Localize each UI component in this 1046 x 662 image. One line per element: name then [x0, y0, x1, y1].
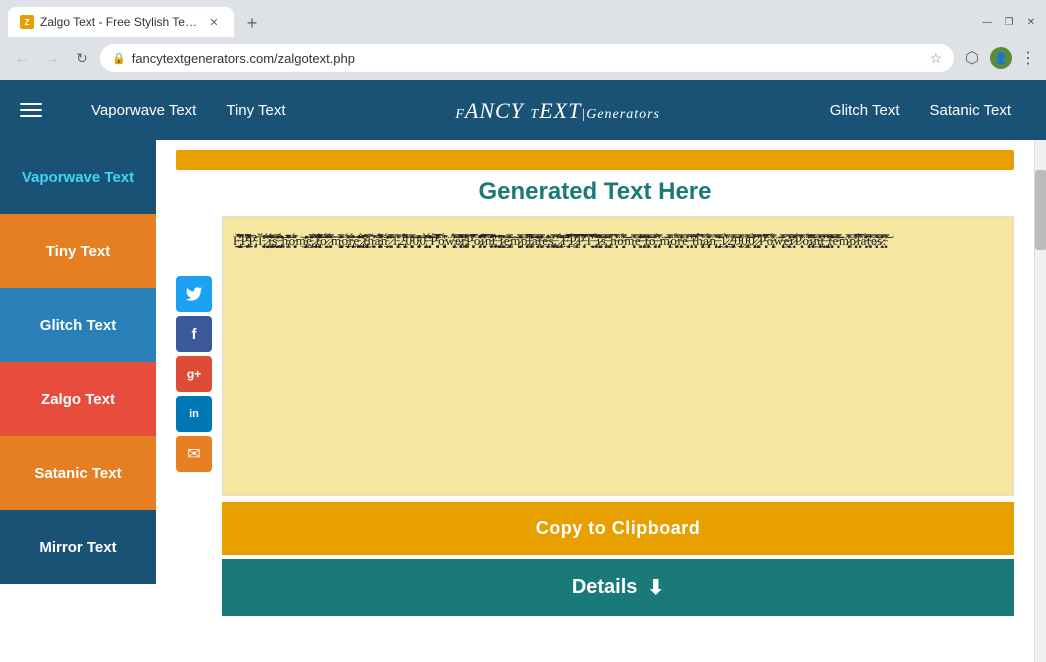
content-area: Generated Text Here f g+ in: [156, 140, 1034, 662]
email-icon: ✉: [187, 444, 200, 464]
sidebar-item-zalgo[interactable]: Zalgo Text: [0, 362, 156, 436]
right-scrollbar[interactable]: [1034, 140, 1046, 662]
nav-link-tiny[interactable]: Tiny Text: [211, 102, 300, 119]
scrollbar-thumb[interactable]: [1035, 170, 1046, 250]
profile-icon[interactable]: 👤: [990, 47, 1012, 69]
new-tab-button[interactable]: +: [238, 9, 266, 37]
main-content: Vaporwave Text Tiny Text Glitch Text Zal…: [0, 140, 1046, 662]
active-tab[interactable]: Z Zalgo Text - Free Stylish Text Gen... …: [8, 7, 234, 37]
extensions-icon[interactable]: ⬡: [960, 46, 984, 70]
nav-link-satanic[interactable]: Satanic Text: [915, 102, 1026, 119]
sidebar: Vaporwave Text Tiny Text Glitch Text Zal…: [0, 140, 156, 662]
sidebar-item-satanic[interactable]: Satanic Text: [0, 436, 156, 510]
content-with-social: f g+ in ✉ F̵̡͎͙̬̩̖͚̰̰: [176, 216, 1014, 616]
linkedin-icon: in: [189, 408, 199, 420]
sidebar-item-mirror[interactable]: Mirror Text: [0, 510, 156, 584]
nav-link-vaporwave[interactable]: Vaporwave Text: [76, 102, 211, 119]
logo-fancy: FANCY TEXT: [455, 107, 581, 122]
gplus-share-button[interactable]: g+: [176, 356, 212, 392]
tab-favicon: Z: [20, 15, 34, 29]
email-share-button[interactable]: ✉: [176, 436, 212, 472]
generated-title: Generated Text Here: [176, 178, 1014, 206]
browser-menu-button[interactable]: ⋮: [1020, 48, 1036, 68]
site-logo[interactable]: FANCY TEXT|Generators: [301, 95, 815, 125]
details-button[interactable]: Details ⬇: [222, 559, 1014, 616]
tab-bar: Z Zalgo Text - Free Stylish Text Gen... …: [8, 7, 972, 37]
facebook-icon: f: [192, 326, 197, 343]
tab-close-button[interactable]: ✕: [206, 14, 222, 30]
window-controls: — ❐ ✕: [980, 15, 1038, 29]
linkedin-share-button[interactable]: in: [176, 396, 212, 432]
lock-icon: 🔒: [112, 52, 126, 65]
details-label: Details: [572, 576, 638, 599]
hamburger-menu-button[interactable]: [20, 92, 56, 128]
hamburger-line: [20, 103, 42, 105]
hamburger-line: [20, 109, 42, 111]
top-orange-bar: [176, 150, 1014, 170]
forward-button[interactable]: →: [40, 46, 64, 70]
back-button[interactable]: ←: [10, 46, 34, 70]
maximize-button[interactable]: ❐: [1002, 15, 1016, 29]
site-nav: Vaporwave Text Tiny Text FANCY TEXT|Gene…: [0, 80, 1046, 140]
tab-title: Zalgo Text - Free Stylish Text Gen...: [40, 15, 200, 29]
gplus-icon: g+: [187, 367, 201, 381]
hamburger-line: [20, 115, 42, 117]
social-buttons-column: f g+ in ✉: [176, 276, 212, 472]
browser-titlebar: Z Zalgo Text - Free Stylish Text Gen... …: [0, 0, 1046, 38]
address-bar[interactable]: 🔒 fancytextgenerators.com/zalgotext.php …: [100, 44, 954, 72]
nav-link-glitch[interactable]: Glitch Text: [815, 102, 915, 119]
close-window-button[interactable]: ✕: [1024, 15, 1038, 29]
generated-output-text: F̵̡͎͙̬̩̖͚̰̰̒̿̌̓̿̚͜P̴̢̛͍͎͕͖̪̞̈̐͐̉̓̿̚P̴̡̡̡…: [233, 233, 887, 248]
site-wrapper: Vaporwave Text Tiny Text FANCY TEXT|Gene…: [0, 80, 1046, 662]
copy-to-clipboard-button[interactable]: Copy to Clipboard: [222, 502, 1014, 555]
browser-chrome: Z Zalgo Text - Free Stylish Text Gen... …: [0, 0, 1046, 80]
refresh-button[interactable]: ↻: [70, 46, 94, 70]
sidebar-item-tiny[interactable]: Tiny Text: [0, 214, 156, 288]
details-down-icon: ⬇: [647, 575, 664, 600]
minimize-button[interactable]: —: [980, 15, 994, 29]
twitter-share-button[interactable]: [176, 276, 212, 312]
sidebar-item-vaporwave[interactable]: Vaporwave Text: [0, 140, 156, 214]
sidebar-item-glitch[interactable]: Glitch Text: [0, 288, 156, 362]
logo-sub: Generators: [586, 107, 660, 122]
facebook-share-button[interactable]: f: [176, 316, 212, 352]
bookmark-icon[interactable]: ☆: [929, 50, 942, 67]
url-text: fancytextgenerators.com/zalgotext.php: [132, 51, 924, 66]
browser-addressbar: ← → ↻ 🔒 fancytextgenerators.com/zalgotex…: [0, 38, 1046, 80]
generated-output-box[interactable]: F̵̡͎͙̬̩̖͚̰̰̒̿̌̓̿̚͜P̴̢̛͍͎͕͖̪̞̈̐͐̉̓̿̚P̴̡̡̡…: [222, 216, 1014, 496]
output-wrapper: F̵̡͎͙̬̩̖͚̰̰̒̿̌̓̿̚͜P̴̢̛͍͎͕͖̪̞̈̐͐̉̓̿̚P̴̡̡̡…: [222, 216, 1014, 616]
